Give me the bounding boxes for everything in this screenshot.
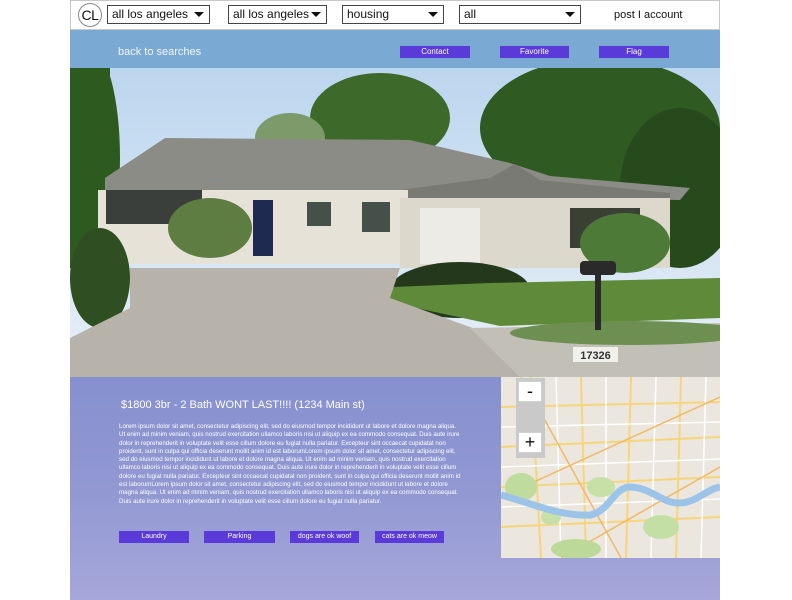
favorite-button[interactable]: Favorite (500, 46, 569, 58)
subcategory-select[interactable]: all (459, 5, 581, 24)
zoom-in-button[interactable]: + (518, 432, 542, 453)
post-account-link[interactable]: post I account (614, 9, 683, 21)
listing-description: Lorem ipsum dolor sit amet, consectetur … (119, 423, 461, 505)
house-number: 17326 (580, 350, 611, 362)
subregion-select-value: all los angeles (233, 7, 310, 21)
subcategory-select-value: all (464, 7, 477, 21)
zoom-out-button[interactable]: - (518, 381, 542, 402)
back-to-searches-link[interactable]: back to searches (118, 46, 201, 58)
chevron-down-icon (311, 12, 321, 17)
region-select-value: all los angeles (112, 7, 189, 21)
pets-dogs-button[interactable]: dogs are ok woof (290, 531, 359, 543)
amenity-parking-button[interactable]: Parking (204, 531, 275, 543)
category-select-value: housing (347, 7, 390, 21)
craigslist-logo[interactable]: CL (78, 3, 102, 27)
listing-photo[interactable]: 17326 (70, 68, 720, 377)
contact-button[interactable]: Contact (400, 46, 470, 58)
category-select[interactable]: housing (342, 5, 444, 24)
region-select[interactable]: all los angeles (107, 5, 210, 24)
chevron-down-icon (428, 12, 438, 17)
pets-cats-button[interactable]: cats are ok meow (375, 531, 444, 543)
listing-title: $1800 3br - 2 Bath WONT LAST!!!! (1234 M… (121, 399, 365, 411)
house-photo-illustration: 17326 (70, 68, 720, 377)
chevron-down-icon (565, 12, 575, 17)
subregion-select[interactable]: all los angeles (228, 5, 327, 24)
chevron-down-icon (194, 12, 204, 17)
amenity-laundry-button[interactable]: Laundry (119, 531, 189, 543)
flag-button[interactable]: Flag (599, 46, 669, 58)
